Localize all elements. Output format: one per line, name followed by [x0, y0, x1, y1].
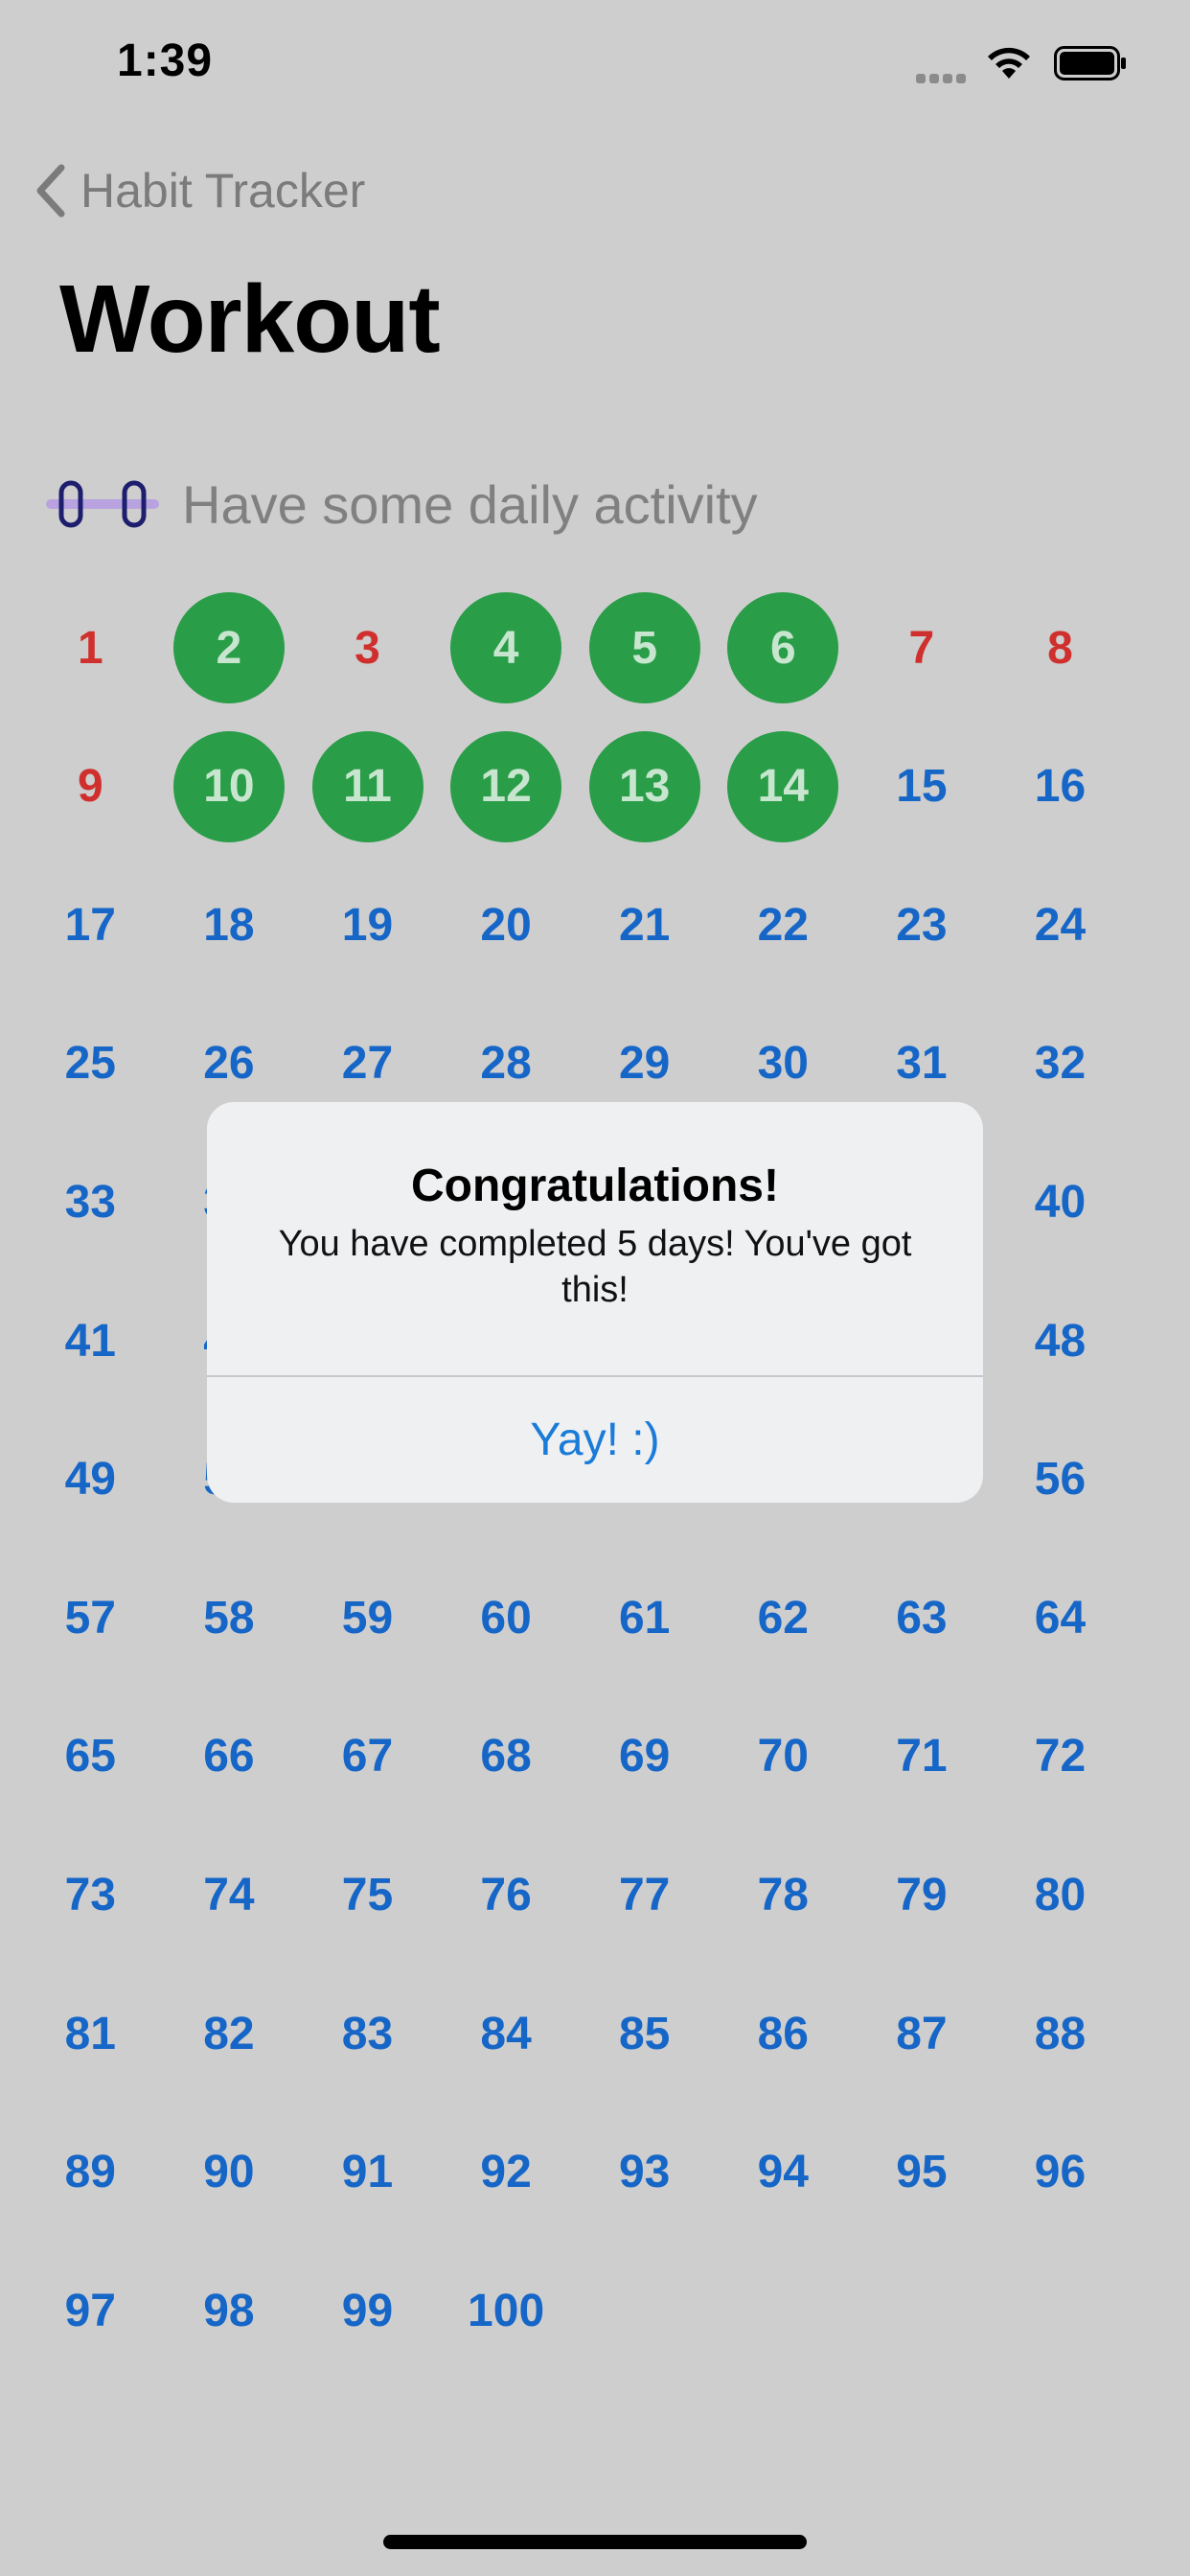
day-cell-73[interactable]: 73 [34, 1839, 146, 1950]
day-cell-58[interactable]: 58 [173, 1562, 285, 1673]
day-cell-85[interactable]: 85 [589, 1978, 700, 2089]
day-cell-60[interactable]: 60 [450, 1562, 561, 1673]
day-cell-23[interactable]: 23 [866, 869, 977, 980]
day-cell-72[interactable]: 72 [1005, 1701, 1116, 1812]
battery-icon [1054, 46, 1126, 80]
day-cell-19[interactable]: 19 [312, 869, 423, 980]
dumbbell-icon [46, 480, 159, 528]
day-cell-87[interactable]: 87 [866, 1978, 977, 2089]
day-cell-57[interactable]: 57 [34, 1562, 146, 1673]
cellular-signal-icon [916, 71, 970, 83]
day-cell-91[interactable]: 91 [312, 2117, 423, 2228]
day-cell-81[interactable]: 81 [34, 1978, 146, 2089]
day-cell-67[interactable]: 67 [312, 1701, 423, 1812]
home-indicator[interactable] [383, 2535, 807, 2549]
day-cell-41[interactable]: 41 [34, 1285, 146, 1396]
day-cell-77[interactable]: 77 [589, 1839, 700, 1950]
day-cell-74[interactable]: 74 [173, 1839, 285, 1950]
day-cell-6[interactable]: 6 [727, 592, 839, 703]
day-cell-68[interactable]: 68 [450, 1701, 561, 1812]
day-cell-15[interactable]: 15 [866, 731, 977, 842]
day-cell-5[interactable]: 5 [588, 592, 700, 703]
day-cell-12[interactable]: 12 [450, 730, 562, 842]
page-title: Workout [59, 265, 441, 373]
day-cell-84[interactable]: 84 [450, 1978, 561, 2089]
day-cell-40[interactable]: 40 [1005, 1146, 1116, 1257]
day-cell-90[interactable]: 90 [173, 2117, 285, 2228]
day-cell-11[interactable]: 11 [311, 730, 423, 842]
day-cell-32[interactable]: 32 [1005, 1008, 1116, 1119]
day-cell-78[interactable]: 78 [727, 1839, 838, 1950]
day-cell-71[interactable]: 71 [866, 1701, 977, 1812]
day-cell-65[interactable]: 65 [34, 1701, 146, 1812]
day-cell-10[interactable]: 10 [172, 730, 285, 842]
day-cell-98[interactable]: 98 [173, 2255, 285, 2366]
day-cell-24[interactable]: 24 [1005, 869, 1116, 980]
day-cell-20[interactable]: 20 [450, 869, 561, 980]
day-cell-97[interactable]: 97 [34, 2255, 146, 2366]
wifi-icon [988, 47, 1030, 79]
day-cell-3[interactable]: 3 [312, 592, 423, 703]
day-cell-95[interactable]: 95 [866, 2117, 977, 2228]
habit-description: Have some daily activity [182, 473, 758, 535]
day-cell-61[interactable]: 61 [589, 1562, 700, 1673]
chevron-left-icon [36, 164, 65, 218]
day-cell-17[interactable]: 17 [34, 869, 146, 980]
day-cell-76[interactable]: 76 [450, 1839, 561, 1950]
congratulations-alert: Congratulations! You have completed 5 da… [207, 1102, 983, 1503]
day-cell-62[interactable]: 62 [727, 1562, 838, 1673]
day-cell-18[interactable]: 18 [173, 869, 285, 980]
day-cell-92[interactable]: 92 [450, 2117, 561, 2228]
day-cell-83[interactable]: 83 [312, 1978, 423, 2089]
day-cell-14[interactable]: 14 [727, 730, 839, 842]
day-cell-25[interactable]: 25 [34, 1008, 146, 1119]
day-cell-99[interactable]: 99 [312, 2255, 423, 2366]
day-cell-48[interactable]: 48 [1005, 1285, 1116, 1396]
day-cell-56[interactable]: 56 [1005, 1424, 1116, 1535]
day-cell-86[interactable]: 86 [727, 1978, 838, 2089]
back-button-label: Habit Tracker [80, 164, 366, 218]
day-cell-89[interactable]: 89 [34, 2117, 146, 2228]
back-button[interactable]: Habit Tracker [33, 157, 365, 224]
day-cell-13[interactable]: 13 [588, 730, 700, 842]
day-cell-8[interactable]: 8 [1005, 592, 1116, 703]
habit-header: Have some daily activity [44, 470, 758, 539]
day-cell-63[interactable]: 63 [866, 1562, 977, 1673]
day-cell-75[interactable]: 75 [312, 1839, 423, 1950]
day-cell-80[interactable]: 80 [1005, 1839, 1116, 1950]
day-cell-9[interactable]: 9 [34, 731, 146, 842]
status-time: 1:39 [117, 35, 214, 86]
day-cell-7[interactable]: 7 [866, 592, 977, 703]
day-cell-82[interactable]: 82 [173, 1978, 285, 2089]
day-cell-94[interactable]: 94 [727, 2117, 838, 2228]
day-cell-16[interactable]: 16 [1005, 731, 1116, 842]
day-cell-79[interactable]: 79 [866, 1839, 977, 1950]
day-cell-96[interactable]: 96 [1005, 2117, 1116, 2228]
alert-title: Congratulations! [411, 1161, 779, 1211]
day-cell-49[interactable]: 49 [34, 1424, 146, 1535]
day-cell-59[interactable]: 59 [312, 1562, 423, 1673]
day-cell-93[interactable]: 93 [589, 2117, 700, 2228]
alert-message: You have completed 5 days! You've got th… [278, 1224, 912, 1310]
day-cell-2[interactable]: 2 [172, 592, 285, 703]
day-cell-100[interactable]: 100 [450, 2255, 561, 2366]
day-cell-1[interactable]: 1 [34, 592, 146, 703]
day-cell-4[interactable]: 4 [450, 592, 562, 703]
day-cell-66[interactable]: 66 [173, 1701, 285, 1812]
day-cell-88[interactable]: 88 [1005, 1978, 1116, 2089]
day-cell-70[interactable]: 70 [727, 1701, 838, 1812]
day-cell-21[interactable]: 21 [589, 869, 700, 980]
day-cell-64[interactable]: 64 [1005, 1562, 1116, 1673]
status-bar: 1:39 [0, 0, 1190, 125]
alert-confirm-button[interactable]: Yay! :) [207, 1377, 983, 1503]
day-cell-22[interactable]: 22 [727, 869, 838, 980]
day-cell-33[interactable]: 33 [34, 1146, 146, 1257]
day-cell-69[interactable]: 69 [589, 1701, 700, 1812]
